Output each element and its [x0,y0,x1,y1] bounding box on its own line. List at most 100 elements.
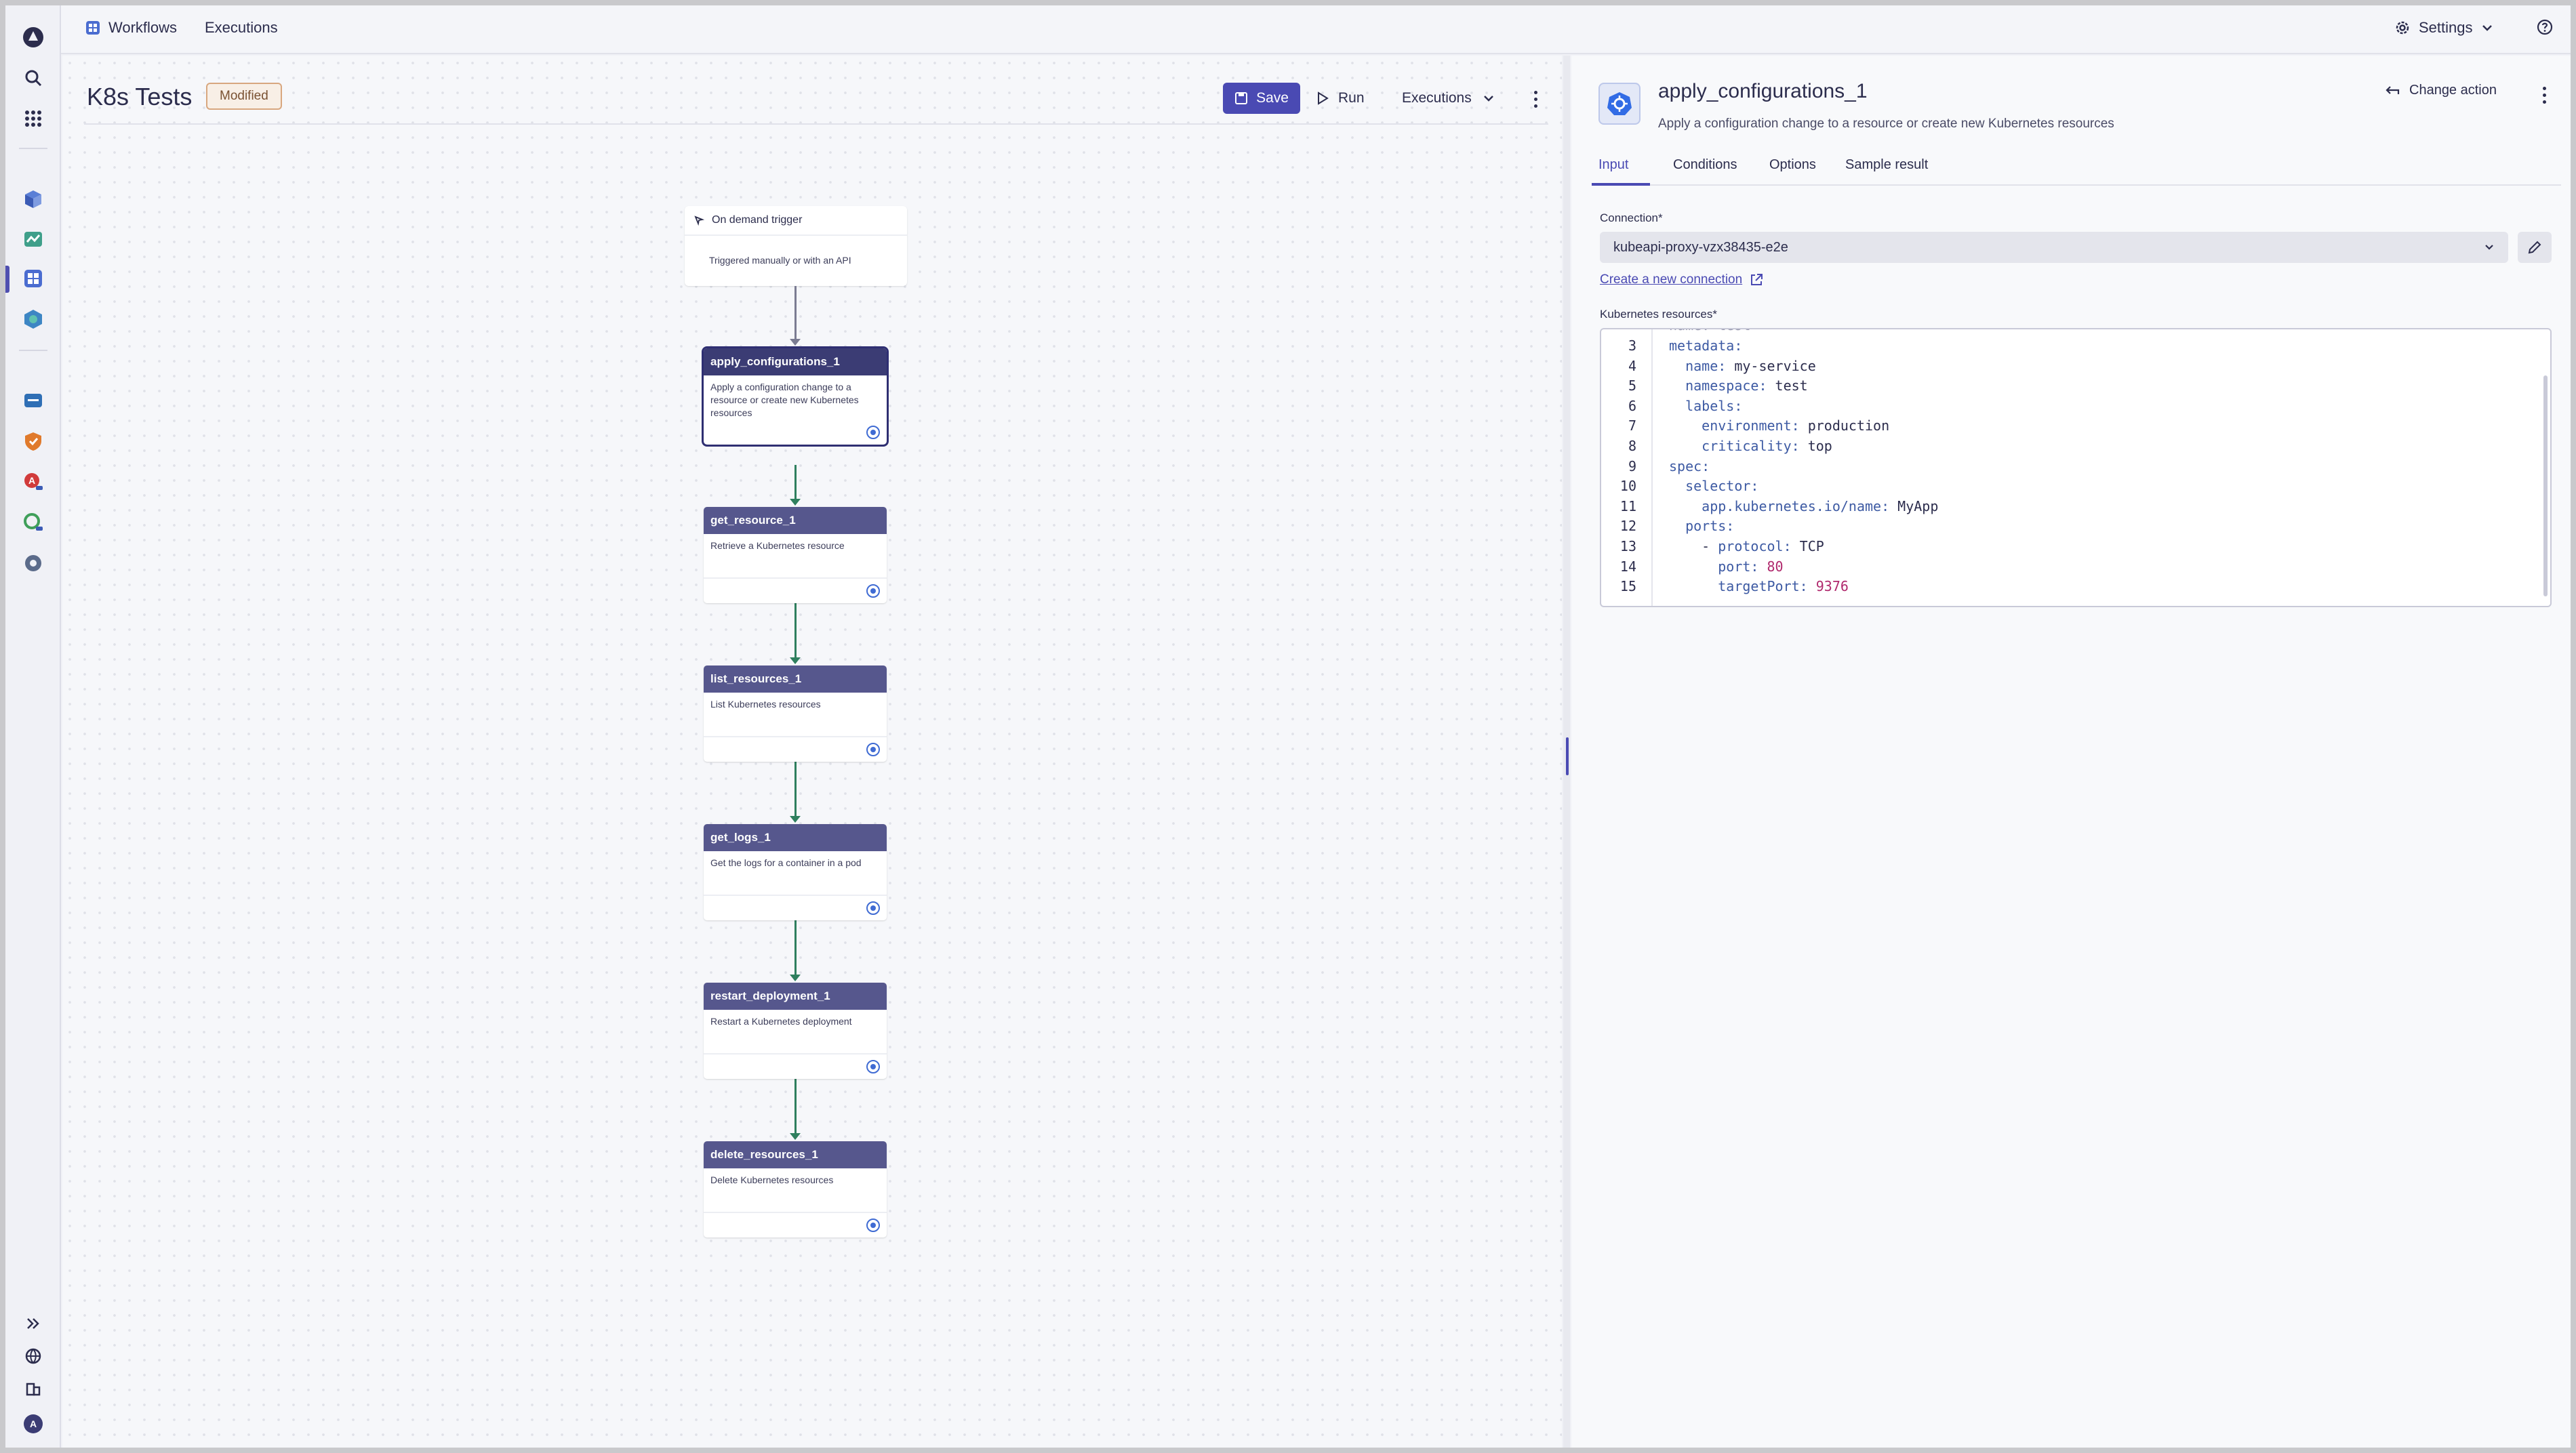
app-window: A A Workflows Executions Settings K8s Te… [5,5,2571,1448]
trigger-title: On demand trigger [712,214,803,226]
node-title: restart_deployment_1 [704,983,887,1010]
node-title: list_resources_1 [704,666,887,693]
node-title: delete_resources_1 [704,1141,887,1168]
connector [794,465,797,500]
app-logo-icon[interactable] [19,23,47,52]
buildings-icon[interactable] [19,1374,47,1403]
kubernetes-icon [866,901,880,915]
executions-dropdown[interactable]: Executions [1402,83,1495,114]
nav-divider [19,350,47,351]
cursor-click-icon [694,216,705,226]
search-icon[interactable] [19,64,47,92]
header-divider [84,123,1548,125]
swap-icon [2386,85,2400,94]
connector-arrow [790,1133,801,1140]
line-number: 9 [1628,457,1636,474]
change-action-button[interactable]: Change action [2385,83,2497,98]
tab-options[interactable]: Options [1769,157,1816,173]
line-number: 15 [1619,578,1636,595]
executions-link[interactable]: Executions [205,19,278,37]
node-footer-divider [704,736,887,737]
connector [794,762,797,817]
help-button[interactable] [2537,19,2553,35]
executions-label: Executions [205,19,278,36]
connector [794,1079,797,1134]
user-avatar[interactable]: A [19,1410,47,1438]
tab-conditions[interactable]: Conditions [1673,157,1737,173]
kubernetes-logo-icon [1598,83,1641,125]
workflow-node-get-resource[interactable]: get_resource_1 Retrieve a Kubernetes res… [704,507,887,603]
connector [794,603,797,659]
more-options-button[interactable] [1525,85,1546,112]
line-number: 14 [1619,558,1636,575]
node-footer-divider [704,577,887,579]
dashboards-app-icon[interactable] [19,184,47,213]
kubernetes-app-icon[interactable] [19,305,47,333]
line-number: 13 [1619,537,1636,554]
connection-select[interactable]: kubeapi-proxy-vzx38435-e2e [1600,232,2508,263]
create-connection-link[interactable]: Create a new connection [1600,272,1764,287]
run-label: Run [1338,90,1365,106]
line-numbers: 3 4 5 6 7 8 9 10 11 12 13 14 15 [1601,336,1636,597]
active-app-indicator [5,266,9,293]
workflow-node-restart-deployment[interactable]: restart_deployment_1 Restart a Kubernete… [704,983,887,1079]
panel-more-button[interactable] [2534,81,2554,108]
synthetic-app-icon[interactable] [19,508,47,537]
editor-scrollbar[interactable] [2543,375,2548,596]
gear-icon [2396,21,2409,35]
node-description: Apply a configuration change to a resour… [710,382,859,418]
run-button[interactable]: Run [1316,83,1365,114]
kubernetes-icon [866,584,880,598]
settings-menu[interactable]: Settings [2394,19,2493,37]
workflow-node-list-resources[interactable]: list_resources_1 List Kubernetes resourc… [704,666,887,762]
action-details-panel: apply_configurations_1 Apply a configura… [1571,56,2571,1448]
line-number: 12 [1619,518,1636,535]
chevron-down-icon [1483,96,1493,102]
edit-connection-button[interactable] [2518,232,2552,263]
top-bar: Workflows Executions Settings [61,5,2571,54]
expand-nav-icon[interactable] [19,1309,47,1338]
trigger-description: Triggered manually or with an API [709,255,851,266]
workflows-link[interactable]: Workflows [85,19,177,37]
tab-sample-result[interactable]: Sample result [1845,157,1928,173]
connector [794,286,797,340]
connector-arrow [790,816,801,823]
connector-arrow [790,499,801,506]
executions-dropdown-label: Executions [1402,90,1472,106]
workflows-label: Workflows [108,19,178,36]
active-tab-underline [1592,183,1650,186]
workflows-app-icon[interactable] [19,264,47,293]
trigger-node[interactable]: On demand trigger Triggered manually or … [685,206,907,286]
more-icon-dot [1533,97,1537,101]
workflow-node-delete-resources[interactable]: delete_resources_1 Delete Kubernetes res… [704,1141,887,1237]
chevron-down-icon [2485,245,2493,250]
yaml-code-editor[interactable]: name: test 3 4 5 6 7 8 9 10 11 12 13 14 … [1600,328,2552,607]
workflow-node-apply-configurations[interactable]: apply_configurations_1 Apply a configura… [702,346,889,447]
svg-text:A: A [28,475,35,486]
splitter-handle[interactable] [1566,737,1569,775]
kubernetes-icon [866,1060,880,1073]
node-title: apply_configurations_1 [704,348,887,375]
notebooks-app-icon[interactable] [19,225,47,253]
security-app-icon[interactable] [19,427,47,455]
tab-input[interactable]: Input [1598,157,1628,173]
node-description: List Kubernetes resources [710,699,821,710]
save-button[interactable]: Save [1223,83,1300,114]
settings-app-icon[interactable] [19,549,47,577]
workflow-canvas[interactable]: K8s Tests Modified Save Run Executions O… [62,56,1562,1448]
workflow-node-get-logs[interactable]: get_logs_1 Get the logs for a container … [704,824,887,920]
resources-label: Kubernetes resources* [1600,308,1717,321]
apps-grid-icon[interactable] [19,104,47,133]
more-icon-dot [2542,93,2546,97]
workflow-title[interactable]: K8s Tests [87,83,192,111]
change-action-label: Change action [2409,83,2497,98]
create-connection-label: Create a new connection [1600,272,1743,287]
help-icon [2537,19,2553,35]
kubernetes-icon [866,426,880,439]
node-description: Delete Kubernetes resources [710,1174,834,1185]
logs-app-icon[interactable] [19,386,47,415]
line-number: 3 [1628,337,1636,354]
environment-icon[interactable] [19,1342,47,1370]
more-icon-dot [1533,90,1537,94]
a-app-icon[interactable]: A [19,468,47,496]
